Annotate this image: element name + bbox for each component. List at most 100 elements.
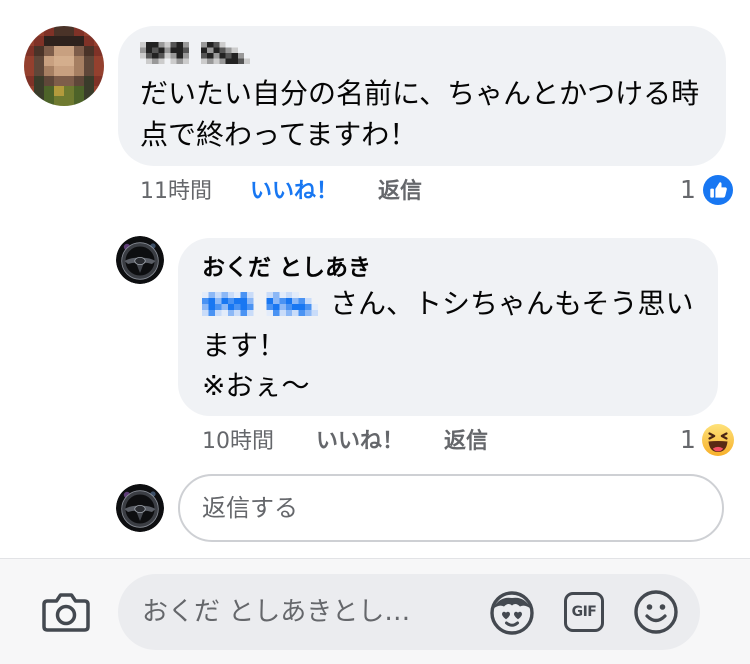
mosaic-pixel	[279, 304, 286, 311]
mosaic-pixel	[279, 292, 286, 299]
gif-icon-label: GIF	[571, 604, 597, 620]
mosaic-pixel	[176, 47, 183, 54]
mosaic-pixel	[221, 310, 228, 316]
mosaic-pixel	[44, 96, 55, 106]
mosaic-pixel	[152, 47, 159, 54]
mosaic-pixel	[54, 46, 65, 57]
mosaic-pixel	[94, 96, 104, 106]
reply-reaction-count[interactable]: 1	[680, 425, 696, 455]
mosaic-pixel	[54, 86, 65, 97]
reply-timestamp: 10時間	[202, 429, 274, 454]
reply-reply-button[interactable]: 返信	[444, 427, 488, 457]
like-reaction-icon[interactable]	[701, 173, 735, 207]
mosaic-pixel	[311, 310, 318, 316]
steering-wheel-avatar-image	[116, 484, 164, 532]
mosaic-pixel	[146, 53, 153, 59]
mosaic-pixel	[247, 292, 254, 299]
comment-reaction-count[interactable]: 1	[680, 175, 696, 205]
mosaic-pixel	[146, 47, 153, 54]
mosaic-pixel	[34, 96, 45, 106]
mosaic-pixel	[24, 96, 35, 106]
mosaic-pixel	[279, 310, 286, 316]
reply-text-line: ます！	[202, 329, 287, 362]
mosaic-pixel	[247, 298, 254, 305]
mosaic-pixel	[84, 86, 95, 97]
mosaic-pixel	[84, 76, 95, 87]
comment-like-button[interactable]: いいね！	[250, 177, 338, 207]
mosaic-pixel	[305, 304, 312, 311]
mosaic-pixel	[94, 66, 104, 77]
mosaic-pixel	[170, 42, 177, 48]
mosaic-pixel	[243, 58, 250, 64]
camera-icon[interactable]	[41, 590, 91, 634]
mosaic-pixel	[182, 58, 190, 64]
mosaic-pixel	[305, 298, 312, 305]
mosaic-pixel	[208, 304, 216, 311]
mosaic-pixel	[285, 310, 293, 316]
mosaic-pixel	[54, 56, 65, 67]
mosaic-pixel	[272, 304, 280, 311]
mosaic-pixel	[266, 298, 274, 305]
reply-input[interactable]	[202, 476, 682, 540]
mosaic-pixel	[247, 310, 254, 316]
mosaic-pixel	[64, 96, 75, 106]
mosaic-pixel	[140, 53, 147, 59]
mosaic-pixel	[227, 304, 235, 311]
mosaic-pixel	[231, 53, 238, 59]
mosaic-pixel	[182, 53, 190, 59]
reply-comment: おくだ としあき さん、トシちゃんもそう思い ます！ ※おぇ〜 10時間 いいね…	[0, 225, 750, 465]
mosaic-pixel	[231, 47, 238, 54]
mosaic-pixel	[305, 310, 312, 316]
mosaic-pixel	[213, 53, 220, 59]
mosaic-pixel	[94, 46, 104, 57]
reply-input-box[interactable]	[178, 474, 724, 542]
commenter-name-censored[interactable]	[140, 42, 250, 64]
commenter-avatar[interactable]	[24, 26, 104, 106]
mosaic-pixel	[54, 76, 65, 87]
mosaic-pixel	[176, 58, 183, 64]
mosaic-pixel	[158, 58, 165, 64]
mosaic-pixel	[202, 304, 209, 311]
haha-reaction-icon[interactable]	[700, 422, 736, 458]
avatar-sticker-icon[interactable]	[487, 587, 537, 637]
mosaic-pixel	[176, 53, 183, 59]
reply-composer	[0, 470, 750, 550]
mosaic-pixel	[219, 58, 226, 64]
mosaic-pixel	[213, 42, 220, 48]
mosaic-pixel	[170, 58, 177, 64]
comment-reply-button[interactable]: 返信	[378, 177, 422, 207]
mosaic-pixel	[34, 66, 45, 77]
mosaic-pixel	[54, 96, 65, 106]
mosaic-pixel	[202, 310, 209, 316]
reply-author-avatar[interactable]	[116, 236, 164, 284]
comment-input-box[interactable]: GIF	[118, 574, 700, 650]
mosaic-pixel	[292, 310, 299, 316]
mosaic-pixel	[292, 304, 299, 311]
mosaic-pixel	[34, 26, 45, 37]
commenter-avatar-image	[24, 26, 104, 106]
mosaic-pixel	[266, 310, 274, 316]
comment-composer-bar: GIF	[0, 558, 750, 664]
mosaic-pixel	[298, 304, 306, 311]
current-user-avatar[interactable]	[116, 484, 164, 532]
reply-author-name[interactable]: おくだ としあき	[202, 253, 371, 283]
mosaic-pixel	[227, 292, 235, 299]
smiley-icon[interactable]	[632, 588, 680, 636]
mosaic-pixel	[74, 76, 85, 87]
comment-bubble: だいたい自分の名前に、ちゃんとかつける時 点で終わってますわ！	[118, 26, 726, 166]
mention-tag-censored[interactable]	[202, 292, 318, 316]
mosaic-pixel	[34, 46, 45, 57]
mosaic-pixel	[64, 66, 75, 77]
mosaic-pixel	[24, 66, 35, 77]
gif-icon[interactable]: GIF	[564, 592, 604, 632]
mosaic-pixel	[298, 298, 306, 305]
mosaic-pixel	[94, 86, 104, 97]
mosaic-pixel	[285, 298, 293, 305]
mosaic-pixel	[34, 36, 45, 47]
mosaic-pixel	[234, 304, 241, 311]
mosaic-pixel	[74, 86, 85, 97]
mosaic-pixel	[182, 42, 190, 48]
reply-like-button[interactable]: いいね！	[316, 427, 404, 457]
comment-input[interactable]	[142, 574, 474, 650]
mosaic-pixel	[158, 42, 165, 48]
